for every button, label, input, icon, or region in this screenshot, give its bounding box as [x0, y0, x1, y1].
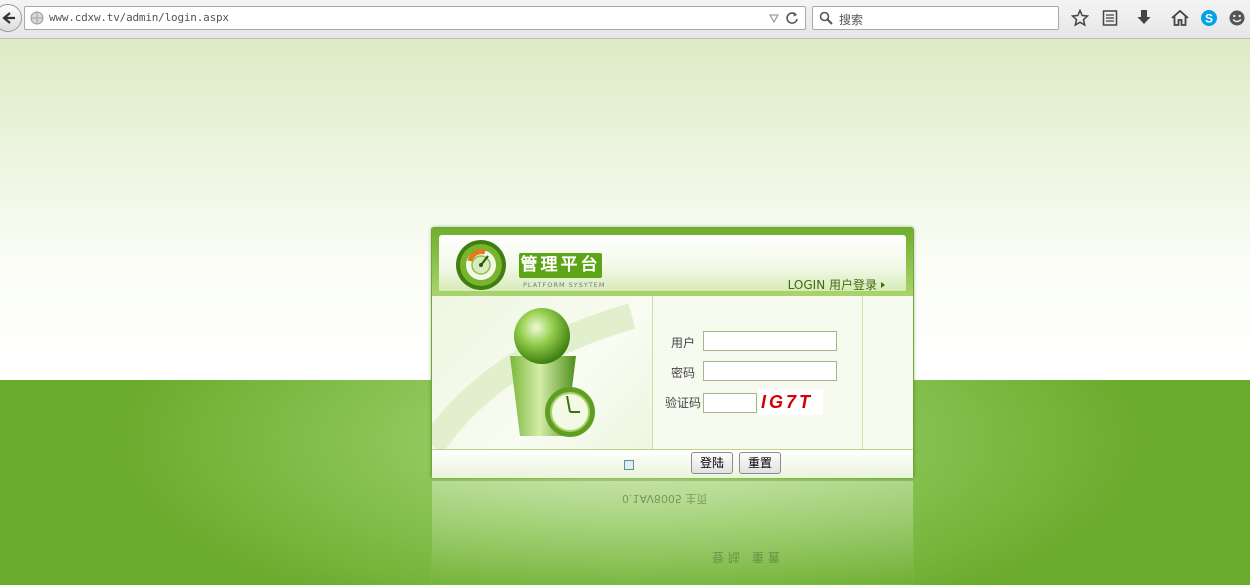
globe-icon	[30, 11, 44, 25]
captcha-field[interactable]	[703, 393, 757, 413]
svg-text:S: S	[1205, 12, 1213, 26]
login-heading: LOGIN 用户登录	[788, 276, 885, 293]
panel-header-inner: 管理平台 PLATFORM SYSYTEM LOGIN 用户登录	[439, 235, 906, 293]
platform-subtitle: PLATFORM SYSYTEM	[523, 281, 606, 289]
login-panel: 管理平台 PLATFORM SYSYTEM LOGIN 用户登录 用户 密码 验…	[421, 227, 914, 478]
skype-icon[interactable]: S	[1200, 9, 1218, 27]
reflection-buttons: 登陆 重置	[712, 549, 784, 566]
panel-reflection: 0.1AV8005 主页 登陆 重置	[431, 480, 914, 585]
user-illustration	[421, 296, 653, 454]
login-heading-text: LOGIN 用户登录	[787, 278, 877, 292]
url-dropdown-icon[interactable]	[769, 12, 779, 24]
username-label: 用户	[670, 336, 695, 350]
triangle-right-icon	[881, 282, 885, 288]
user-clock-illustration-icon	[421, 303, 636, 454]
panel-header: 管理平台 PLATFORM SYSYTEM LOGIN 用户登录	[432, 228, 913, 295]
gauge-logo-icon	[456, 240, 506, 290]
search-icon	[819, 11, 833, 25]
reflection-text: 0.1AV8005 主页	[622, 492, 708, 505]
search-bar[interactable]: 搜索	[812, 6, 1059, 30]
panel-footer: 登陆 重置	[432, 449, 913, 478]
browser-toolbar: www.cdxw.tv/admin/login.aspx 搜索 S	[0, 0, 1250, 39]
login-form: 用户 密码 验证码	[653, 296, 863, 449]
reflection-login: 登陆	[712, 550, 745, 564]
login-button[interactable]: 登陆	[691, 452, 734, 474]
bookmark-star-icon[interactable]	[1071, 9, 1089, 27]
search-placeholder: 搜索	[839, 13, 864, 27]
download-icon[interactable]	[1136, 9, 1152, 27]
small-window-icon	[624, 460, 634, 470]
password-field[interactable]	[703, 361, 837, 381]
password-label: 密码	[670, 366, 695, 380]
reset-button[interactable]: 重置	[739, 452, 782, 474]
panel-body: 用户 密码 验证码 IG7T	[421, 295, 913, 454]
back-arrow-icon	[2, 12, 15, 24]
smiley-icon[interactable]	[1228, 9, 1246, 27]
captcha-image[interactable]: IG7T	[758, 389, 823, 415]
reading-list-icon[interactable]	[1102, 9, 1118, 27]
username-field[interactable]	[703, 331, 837, 351]
reflection-reset: 重置	[751, 550, 784, 564]
url-text[interactable]: www.cdxw.tv/admin/login.aspx	[49, 11, 229, 24]
captcha-label: 验证码	[664, 396, 701, 410]
address-bar[interactable]: www.cdxw.tv/admin/login.aspx	[24, 6, 806, 30]
back-button[interactable]	[0, 4, 22, 32]
platform-title: 管理平台	[519, 253, 602, 278]
home-icon[interactable]	[1171, 9, 1189, 27]
reflection-panel: 0.1AV8005 主页 登陆 重置	[431, 480, 914, 585]
reload-icon[interactable]	[785, 11, 799, 25]
